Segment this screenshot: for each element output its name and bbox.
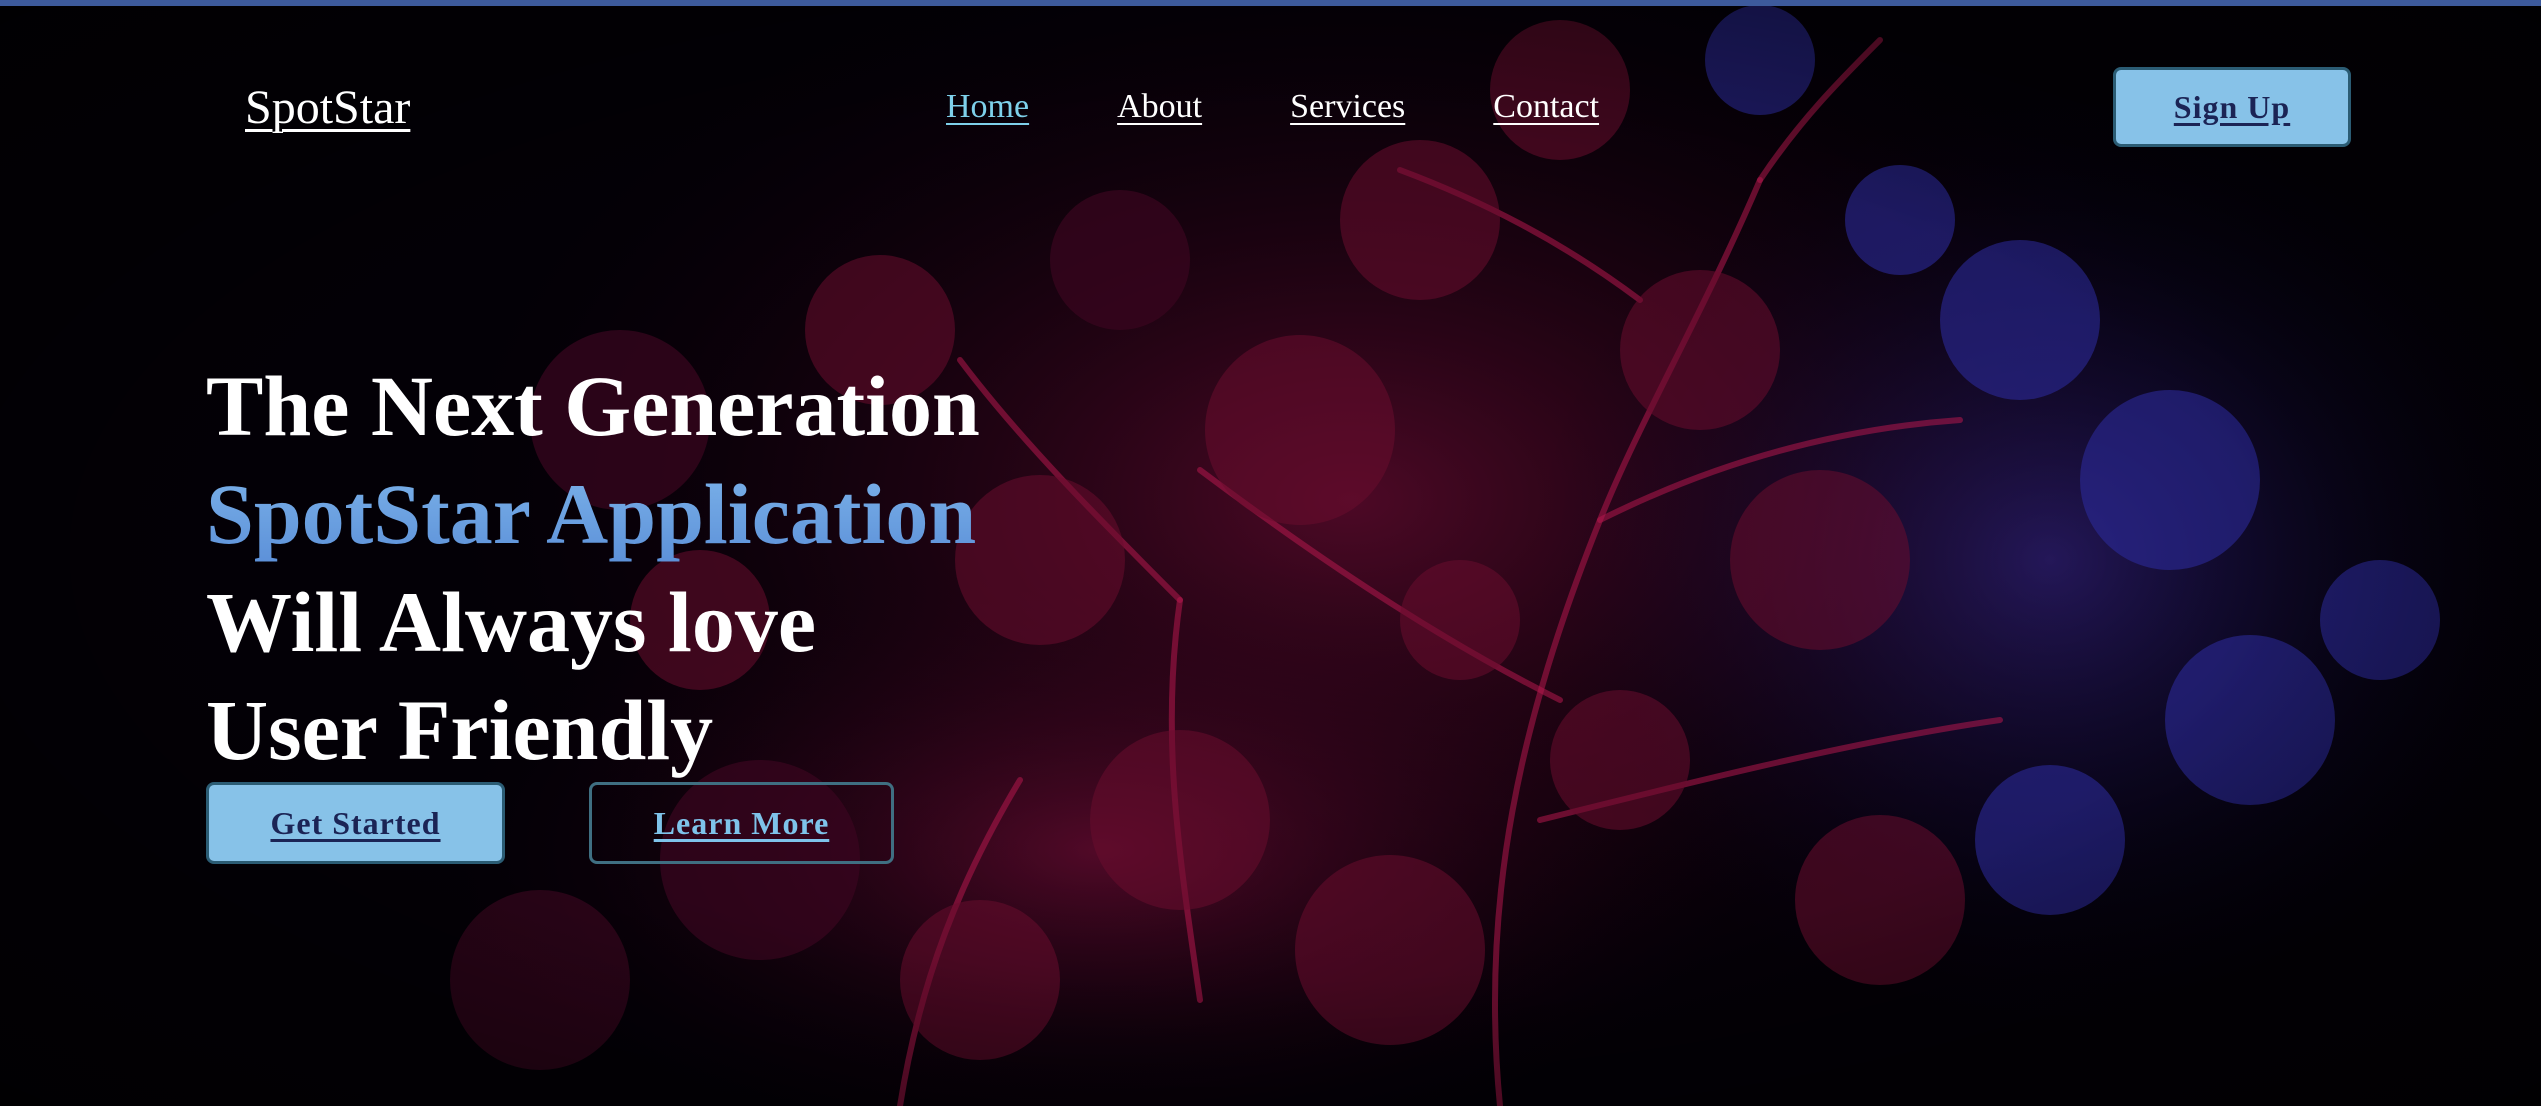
nav-link-contact[interactable]: Contact <box>1493 88 1599 126</box>
hero-line-accent: SpotStar Application <box>206 460 980 568</box>
learn-more-button[interactable]: Learn More <box>589 782 894 864</box>
hero-line-4: User Friendly <box>206 682 714 778</box>
main-nav: Home About Services Contact <box>946 88 1599 126</box>
sign-up-button[interactable]: Sign Up <box>2113 67 2351 147</box>
logo-link[interactable]: SpotStar <box>245 80 410 135</box>
site-header: SpotStar Home About Services Contact Sig… <box>0 0 2541 200</box>
hero-line-3: Will Always love <box>206 574 817 670</box>
nav-link-home[interactable]: Home <box>946 88 1029 126</box>
nav-link-about[interactable]: About <box>1117 88 1202 126</box>
top-border <box>0 0 2541 6</box>
landing-page: SpotStar Home About Services Contact Sig… <box>0 0 2541 1106</box>
nav-link-services[interactable]: Services <box>1290 88 1405 126</box>
hero-line-1: The Next Generation <box>206 358 980 454</box>
get-started-button[interactable]: Get Started <box>206 782 505 864</box>
hero-heading: The Next Generation SpotStar Application… <box>206 352 980 784</box>
